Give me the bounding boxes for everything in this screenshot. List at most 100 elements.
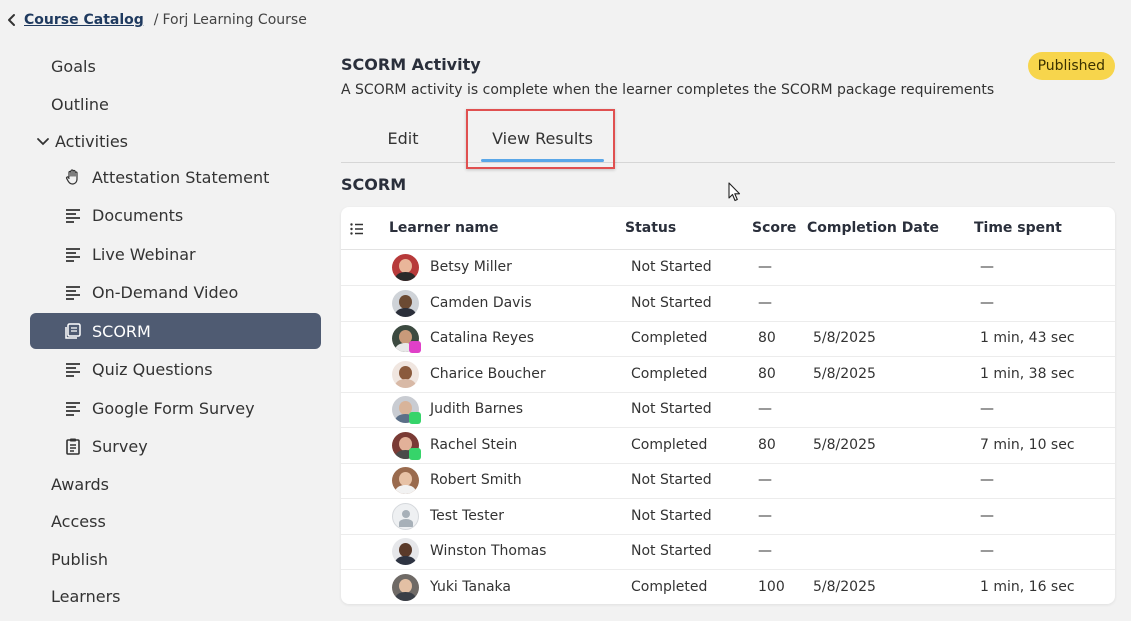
learner-name: Judith Barnes xyxy=(430,401,524,417)
status-cell: Not Started xyxy=(631,259,712,275)
time-spent-cell: — xyxy=(980,508,994,524)
sidebar-item-learners[interactable]: Learners xyxy=(30,578,321,614)
lines-icon xyxy=(64,399,82,417)
breadcrumb-current: Forj Learning Course xyxy=(162,12,307,28)
status-cell: Not Started xyxy=(631,472,712,488)
active-tab-indicator xyxy=(481,159,604,162)
sidebar-item-label: Quiz Questions xyxy=(92,359,213,379)
learner-name: Yuki Tanaka xyxy=(430,579,511,595)
learner-name: Camden Davis xyxy=(430,295,532,311)
sidebar-item-goals[interactable]: Goals xyxy=(30,48,321,84)
sidebar-item-awards[interactable]: Awards xyxy=(30,466,321,502)
learner-name: Catalina Reyes xyxy=(430,330,535,346)
learner-name: Winston Thomas xyxy=(430,543,547,559)
sidebar-item-label: Outline xyxy=(51,94,109,114)
sidebar-group-activities[interactable]: Activities xyxy=(30,123,321,159)
sidebar-item-on-demand-video[interactable]: On-Demand Video xyxy=(30,274,321,310)
avatar xyxy=(392,574,419,601)
learner-name: Robert Smith xyxy=(430,472,522,488)
learner-name: Betsy Miller xyxy=(430,259,512,275)
sidebar-item-label: Attestation Statement xyxy=(92,167,270,187)
time-spent-cell: — xyxy=(980,295,994,311)
results-table: Learner name Status Score Completion Dat… xyxy=(341,207,1115,604)
sidebar-item-scorm[interactable]: SCORM xyxy=(30,313,321,349)
time-spent-cell: — xyxy=(980,472,994,488)
completion-date-cell: 5/8/2025 xyxy=(813,330,876,346)
chevron-left-icon[interactable] xyxy=(6,13,18,27)
avatar xyxy=(392,538,419,565)
completion-date-cell: 5/8/2025 xyxy=(813,437,876,453)
sidebar-item-label: Goals xyxy=(51,56,96,76)
score-cell: — xyxy=(758,295,772,311)
hand-icon xyxy=(64,168,82,186)
sidebar-item-label: Documents xyxy=(92,205,184,225)
lines-icon xyxy=(64,360,82,378)
avatar xyxy=(392,290,419,317)
sidebar-item-label: Survey xyxy=(92,436,148,456)
sidebar-item-label: On-Demand Video xyxy=(92,282,239,302)
column-settings-icon[interactable] xyxy=(350,223,364,235)
score-cell: — xyxy=(758,543,772,559)
sidebar-item-label: SCORM xyxy=(92,321,151,341)
sidebar-item-outline[interactable]: Outline xyxy=(30,86,321,122)
tab-edit[interactable]: Edit xyxy=(371,114,435,162)
table-row[interactable]: Yuki Tanaka Completed 100 5/8/2025 1 min… xyxy=(341,570,1115,604)
mouse-cursor-icon xyxy=(728,182,741,202)
column-header-status[interactable]: Status xyxy=(625,220,676,236)
breadcrumb-course-catalog-link[interactable]: Course Catalog xyxy=(24,12,144,28)
sidebar-item-label: Learners xyxy=(51,586,121,606)
score-cell: 80 xyxy=(758,330,776,346)
sidebar-item-survey[interactable]: Survey xyxy=(30,428,321,464)
breadcrumb-separator: / xyxy=(153,12,159,28)
learner-name: Charice Boucher xyxy=(430,366,546,382)
status-cell: Not Started xyxy=(631,543,712,559)
award-badge-icon xyxy=(409,341,421,353)
table-row[interactable]: Winston Thomas Not Started — — xyxy=(341,534,1115,570)
completion-date-cell: 5/8/2025 xyxy=(813,579,876,595)
status-cell: Not Started xyxy=(631,295,712,311)
sidebar-item-quiz-questions[interactable]: Quiz Questions xyxy=(30,351,321,387)
score-cell: — xyxy=(758,508,772,524)
score-cell: 100 xyxy=(758,579,785,595)
sidebar-group-label: Activities xyxy=(55,131,128,151)
column-header-completion-date[interactable]: Completion Date xyxy=(807,220,939,236)
scorm-icon xyxy=(64,322,82,340)
table-row[interactable]: Catalina Reyes Completed 80 5/8/2025 1 m… xyxy=(341,321,1115,357)
column-header-time-spent[interactable]: Time spent xyxy=(974,220,1062,236)
certificate-badge-icon xyxy=(409,448,421,460)
status-cell: Completed xyxy=(631,579,708,595)
sidebar-item-label: Awards xyxy=(51,474,109,494)
time-spent-cell: 1 min, 16 sec xyxy=(980,579,1075,595)
table-row[interactable]: Betsy Miller Not Started — — xyxy=(341,250,1115,286)
avatar xyxy=(392,503,419,530)
table-row[interactable]: Charice Boucher Completed 80 5/8/2025 1 … xyxy=(341,357,1115,393)
sidebar-item-access[interactable]: Access xyxy=(30,503,321,539)
lines-icon xyxy=(64,206,82,224)
table-row[interactable]: Robert Smith Not Started — — xyxy=(341,463,1115,499)
column-header-score[interactable]: Score xyxy=(752,220,796,236)
avatar xyxy=(392,467,419,494)
sidebar-item-google-form-survey[interactable]: Google Form Survey xyxy=(30,390,321,426)
table-row[interactable]: Rachel Stein Completed 80 5/8/2025 7 min… xyxy=(341,428,1115,464)
time-spent-cell: — xyxy=(980,543,994,559)
sidebar-item-publish[interactable]: Publish xyxy=(30,541,321,577)
sidebar-item-label: Access xyxy=(51,511,106,531)
section-label: SCORM xyxy=(341,175,407,194)
table-row[interactable]: Test Tester Not Started — — xyxy=(341,499,1115,535)
status-cell: Completed xyxy=(631,366,708,382)
breadcrumb: Course Catalog / Forj Learning Course xyxy=(6,9,307,31)
lines-icon xyxy=(64,245,82,263)
avatar xyxy=(392,361,419,388)
sidebar-item-live-webinar[interactable]: Live Webinar xyxy=(30,236,321,272)
tab-view-results[interactable]: View Results xyxy=(481,114,604,162)
sidebar-item-attestation-statement[interactable]: Attestation Statement xyxy=(30,159,321,195)
sidebar-item-label: Google Form Survey xyxy=(92,398,255,418)
table-row[interactable]: Camden Davis Not Started — — xyxy=(341,286,1115,322)
avatar xyxy=(392,254,419,281)
sidebar-item-documents[interactable]: Documents xyxy=(30,197,321,233)
learner-name: Rachel Stein xyxy=(430,437,518,453)
status-cell: Completed xyxy=(631,330,708,346)
score-cell: 80 xyxy=(758,366,776,382)
table-row[interactable]: Judith Barnes Not Started — — xyxy=(341,392,1115,428)
column-header-learner-name[interactable]: Learner name xyxy=(389,220,499,236)
